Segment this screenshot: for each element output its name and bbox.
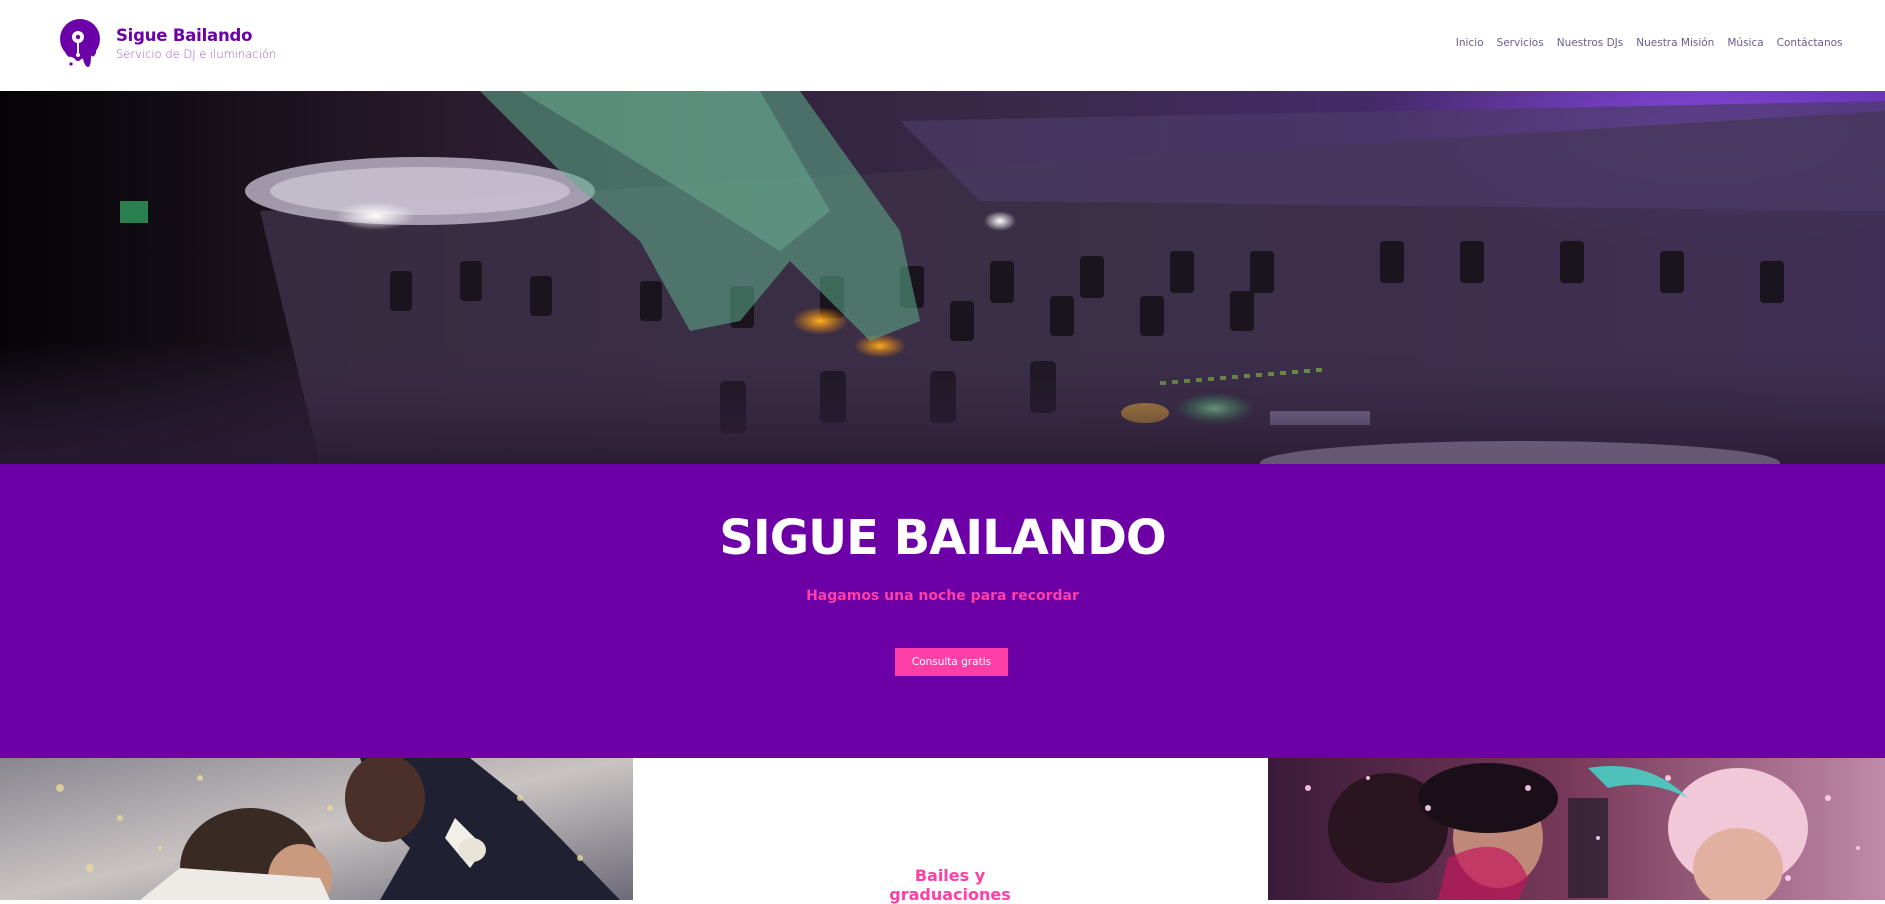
dj-mixer-photo bbox=[0, 91, 1885, 464]
nav-item-musica[interactable]: Música bbox=[1721, 37, 1770, 49]
nav-item-nuestra-mision[interactable]: Nuestra Misión bbox=[1630, 37, 1721, 49]
hero-title: SIGUE BAILANDO bbox=[719, 510, 1166, 566]
main-nav: Inicio Servicios Nuestros DJs Nuestra Mi… bbox=[1449, 37, 1849, 49]
nav-item-nuestros-djs[interactable]: Nuestros DJs bbox=[1550, 37, 1630, 49]
nav-item-inicio[interactable]: Inicio bbox=[1449, 37, 1490, 49]
free-consultation-button[interactable]: Consulta gratis bbox=[895, 648, 1008, 676]
vinyl-drip-icon[interactable] bbox=[58, 17, 102, 71]
brand-tagline: Servicio de DJ e iluminación bbox=[116, 47, 277, 61]
card-title[interactable]: Bailes y graduaciones bbox=[880, 866, 1020, 904]
brand-name[interactable]: Sigue Bailando bbox=[116, 26, 252, 45]
site-header: Sigue Bailando Servicio de DJ e iluminac… bbox=[0, 0, 1885, 91]
nav-item-servicios[interactable]: Servicios bbox=[1490, 37, 1550, 49]
nav-item-contactanos[interactable]: Contáctanos bbox=[1770, 37, 1849, 49]
wedding-couple-photo[interactable] bbox=[0, 758, 633, 900]
hero-subtitle: Hagamos una noche para recordar bbox=[806, 588, 1079, 604]
hero-band bbox=[0, 464, 1885, 758]
party-confetti-photo[interactable] bbox=[1268, 758, 1885, 900]
card-bailes-graduaciones: Bailes y graduaciones bbox=[633, 758, 1268, 904]
